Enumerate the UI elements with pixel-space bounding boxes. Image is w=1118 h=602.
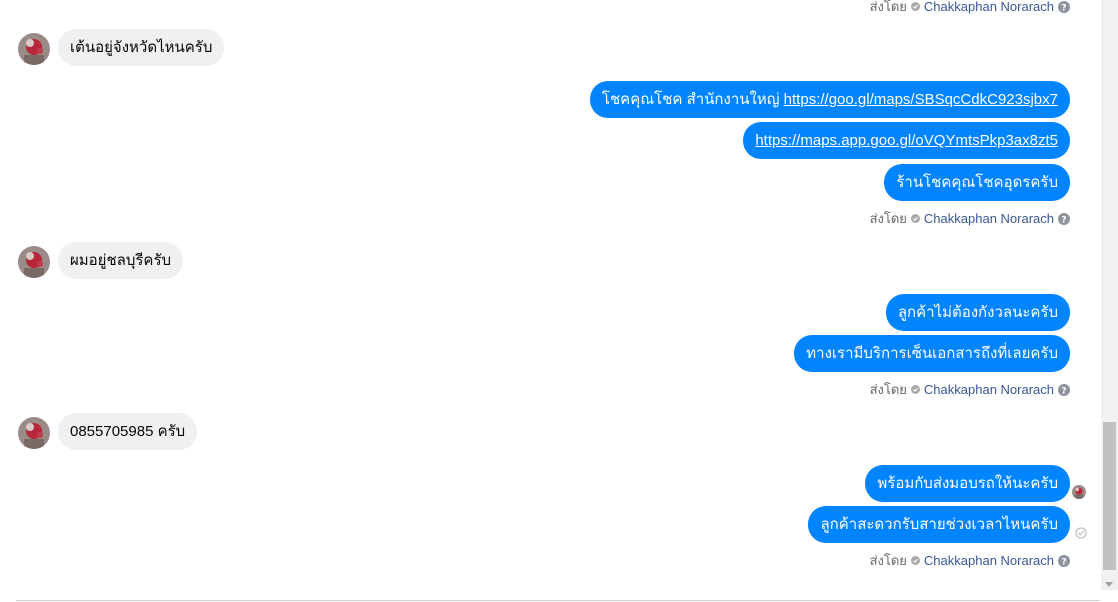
- message-bubble[interactable]: โชคคุณโชค สำนักงานใหญ่ https://goo.gl/ma…: [589, 81, 1070, 118]
- scrollbar[interactable]: [1101, 0, 1118, 590]
- check-circle-icon: [910, 556, 920, 565]
- avatar[interactable]: [18, 33, 50, 65]
- svg-text:?: ?: [1061, 3, 1066, 13]
- message-bubble[interactable]: 0855705985 ครับ: [58, 413, 198, 450]
- question-circle-icon[interactable]: ?: [1058, 554, 1070, 567]
- message-row-outgoing: https://maps.app.goo.gl/oVQYmtsPkp3ax8zt…: [743, 122, 1070, 159]
- sender-name[interactable]: Chakkaphan Norarach: [924, 211, 1054, 226]
- sent-by-prefix: ส่งโดย: [869, 0, 907, 14]
- sender-name[interactable]: Chakkaphan Norarach: [924, 553, 1054, 568]
- message-bubble[interactable]: เต้นอยู่จังหวัดไหนครับ: [58, 29, 225, 66]
- question-circle-icon[interactable]: ?: [1058, 383, 1070, 396]
- avatar[interactable]: [18, 246, 50, 278]
- svg-text:?: ?: [1061, 386, 1066, 396]
- message-row-outgoing: ลูกค้าสะดวกรับสายช่วงเวลาไหนครับ: [808, 506, 1070, 543]
- message-row-outgoing: พร้อมกับส่งมอบรถให้นะครับ: [865, 465, 1070, 502]
- message-bubble[interactable]: พร้อมกับส่งมอบรถให้นะครับ: [865, 465, 1070, 502]
- question-circle-icon[interactable]: ?: [1058, 0, 1070, 13]
- check-circle-icon: [910, 214, 920, 223]
- message-row-outgoing: ลูกค้าไม่ต้องกังวลนะครับ: [885, 294, 1070, 331]
- question-circle-icon[interactable]: ?: [1058, 212, 1070, 225]
- message-row-incoming: 0855705985 ครับ: [58, 413, 198, 450]
- sender-name[interactable]: Chakkaphan Norarach: [924, 382, 1054, 397]
- sent-by-line: ส่งโดย Chakkaphan Norarach ?: [870, 550, 1070, 571]
- message-row-outgoing: โชคคุณโชค สำนักงานใหญ่ https://goo.gl/ma…: [589, 81, 1070, 118]
- message-bubble[interactable]: ลูกค้าไม่ต้องกังวลนะครับ: [885, 294, 1070, 331]
- avatar[interactable]: [18, 417, 50, 449]
- sent-by-prefix: ส่งโดย: [869, 553, 907, 568]
- message-bubble[interactable]: ผมอยู่ชลบุรีครับ: [58, 242, 184, 279]
- seen-avatar: [1072, 485, 1086, 499]
- maps-link[interactable]: https://maps.app.goo.gl/oVQYmtsPkp3ax8zt…: [755, 132, 1058, 149]
- delivered-check-icon: [1075, 527, 1087, 539]
- check-circle-icon: [910, 2, 920, 11]
- message-row-incoming: เต้นอยู่จังหวัดไหนครับ: [58, 29, 225, 66]
- sent-by-line: ส่งโดย Chakkaphan Norarach ?: [870, 208, 1070, 229]
- svg-text:?: ?: [1061, 557, 1066, 567]
- sender-name[interactable]: Chakkaphan Norarach: [924, 0, 1054, 14]
- composer-divider: [16, 600, 1100, 601]
- message-bubble[interactable]: ทางเรามีบริการเซ็นเอกสารถึงที่เลยครับ: [794, 335, 1070, 372]
- scrollbar-thumb[interactable]: [1103, 422, 1116, 570]
- sent-by-prefix: ส่งโดย: [869, 211, 907, 226]
- message-row-outgoing: ทางเรามีบริการเซ็นเอกสารถึงที่เลยครับ: [794, 335, 1070, 372]
- message-text: โชคคุณโชค สำนักงานใหญ่: [601, 91, 784, 108]
- scroll-down-arrow-icon[interactable]: [1105, 582, 1113, 587]
- svg-text:?: ?: [1061, 215, 1066, 225]
- message-bubble[interactable]: https://maps.app.goo.gl/oVQYmtsPkp3ax8zt…: [743, 122, 1070, 159]
- sent-by-prefix: ส่งโดย: [869, 382, 907, 397]
- message-bubble[interactable]: ร้านโชคคุณโชคอุดรครับ: [884, 164, 1070, 201]
- message-bubble[interactable]: ลูกค้าสะดวกรับสายช่วงเวลาไหนครับ: [808, 506, 1070, 543]
- sent-by-line: ส่งโดย Chakkaphan Norarach ?: [870, 0, 1070, 17]
- message-row-outgoing: ร้านโชคคุณโชคอุดรครับ: [884, 164, 1070, 201]
- messenger-conversation: ส่งโดย Chakkaphan Norarach ? เต้นอยู่จัง…: [0, 0, 1118, 602]
- message-row-incoming: ผมอยู่ชลบุรีครับ: [58, 242, 184, 279]
- sent-by-line: ส่งโดย Chakkaphan Norarach ?: [870, 379, 1070, 400]
- maps-link[interactable]: https://goo.gl/maps/SBSqcCdkC923sjbx7: [784, 91, 1058, 108]
- check-circle-icon: [910, 385, 920, 394]
